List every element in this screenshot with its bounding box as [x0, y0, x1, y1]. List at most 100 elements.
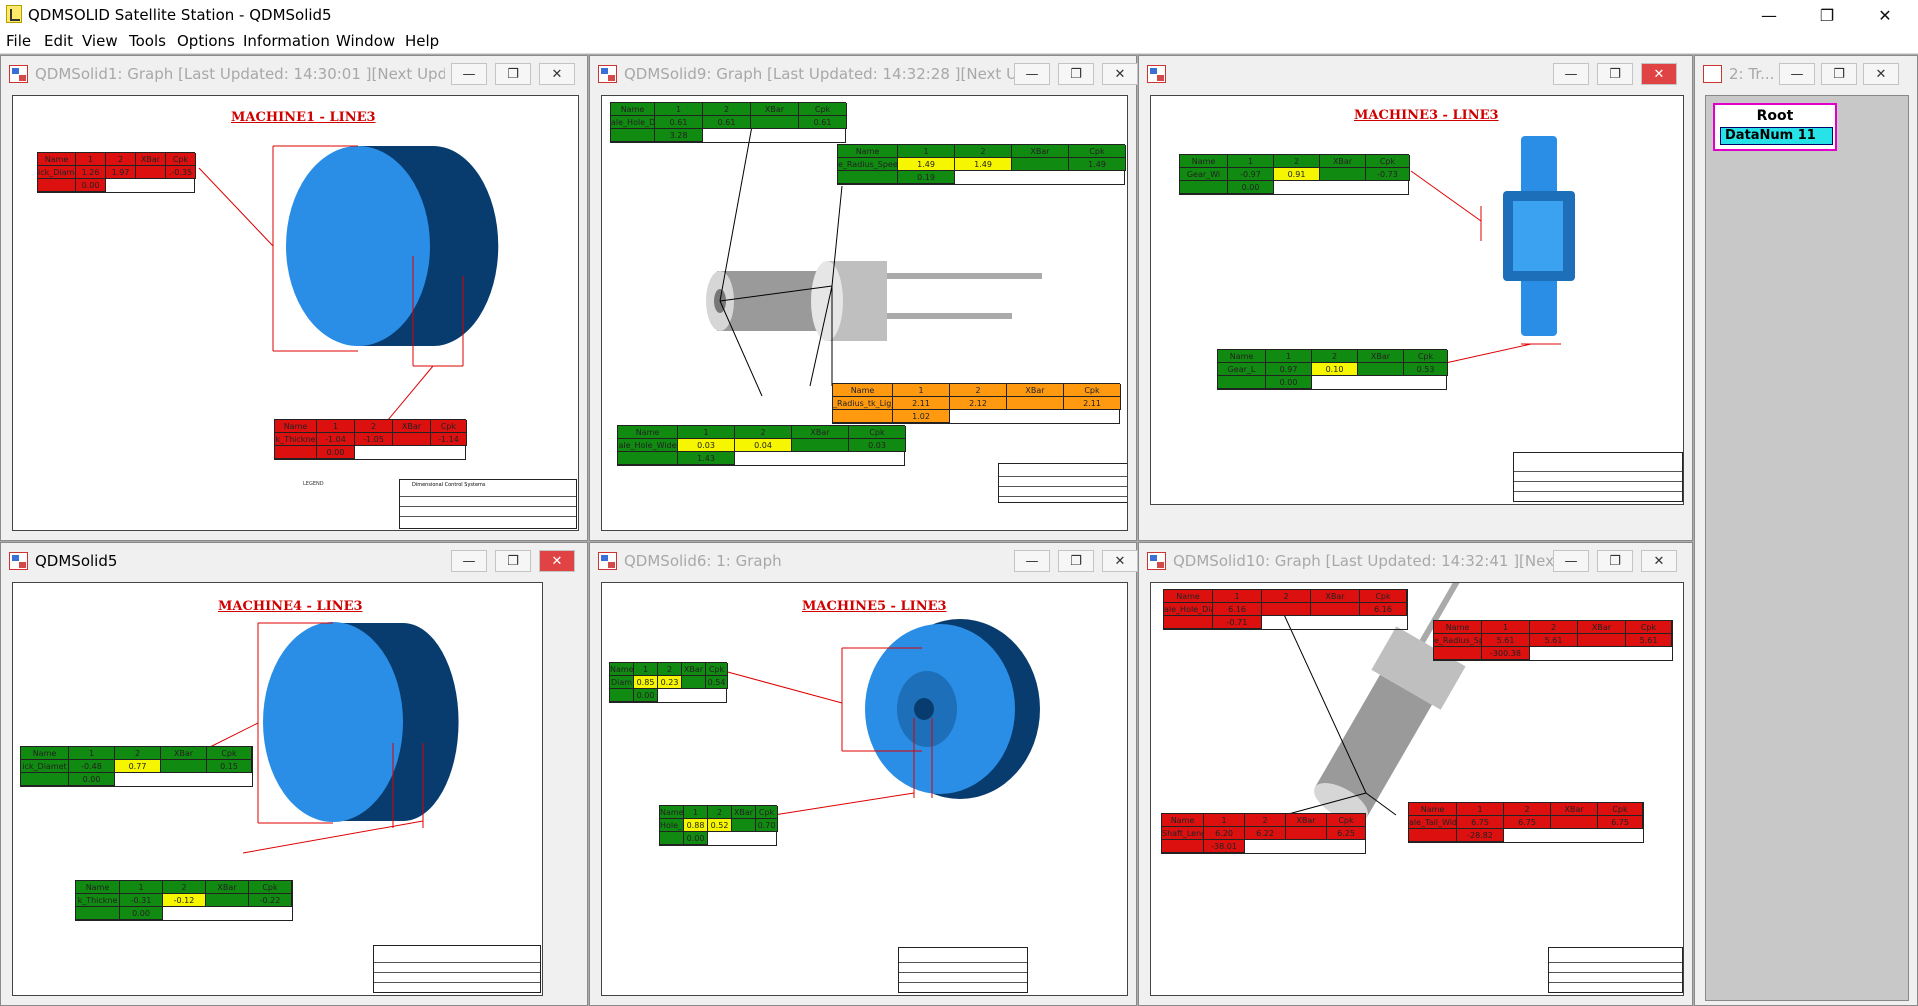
table-header-cell: Name [660, 806, 684, 819]
window-caption: QDMSolid9: Graph [Last Updated: 14:32:28… [590, 56, 1138, 90]
menu-tools[interactable]: Tools [129, 32, 166, 50]
table-cell [660, 832, 684, 845]
table-cell: Gear_L [1218, 363, 1266, 376]
window-maximize-button[interactable]: ❐ [1821, 63, 1857, 85]
qdm-graph-icon [1147, 65, 1166, 83]
window-minimize-button[interactable]: — [1779, 63, 1815, 85]
table-header-cell: 2 [708, 806, 732, 819]
table-cell: -1.05 [355, 433, 393, 446]
menu-file[interactable]: File [6, 32, 31, 50]
tree-window[interactable]: 2: Tr... — ❐ ✕ Root DataNum 11 [1694, 55, 1918, 1006]
menu-options[interactable]: Options [177, 32, 235, 50]
table-cell: -0.71 [1213, 616, 1262, 629]
table-cell: 2.11 [893, 397, 950, 410]
window-maximize-button[interactable]: ❐ [495, 550, 531, 572]
table-header-cell: 1 [655, 103, 703, 116]
datanum-node[interactable]: DataNum 11 [1720, 127, 1833, 145]
feature-table-thickness[interactable]: Name 1 2 XBar Cpk k_Thickne -0.31 -0.12 -0.22 0.0… [75, 880, 293, 921]
table-cell: 0.88 [684, 819, 708, 832]
feature-table-diameter[interactable]: Name12XBarCpk ick_Diamet1.261.97 .-0.35 0.0… [37, 152, 196, 193]
window-close-button[interactable]: ✕ [539, 63, 575, 85]
table-header-cell: 2 [735, 426, 792, 439]
feature-table-diameter[interactable]: Name 1 2 XBar Cpk Diam 0.85 0.23 0.54 0.00 [609, 662, 728, 703]
feature-table-radius-speed[interactable]: Name 1 2 XBar Cpk e_Radius_Speed 1.49 1.49 1.49 0… [837, 144, 1126, 185]
table-cell: -1.04 [317, 433, 355, 446]
window-close-button[interactable]: ✕ [1641, 550, 1677, 572]
window-maximize-button[interactable]: ❐ [495, 63, 531, 85]
tree-root-node[interactable]: Root DataNum 11 [1713, 103, 1837, 151]
feature-table-radius-lig[interactable]: Name 1 2 XBar Cpk _Radius_tk_Lig_ 2.11 2.12 2.11… [832, 383, 1121, 424]
window-close-button[interactable]: ✕ [1641, 63, 1677, 85]
title-block [1513, 452, 1683, 502]
menu-window[interactable]: Window [336, 32, 395, 50]
table-cell: -0.22 [249, 894, 292, 907]
table-header-cell: 2 [955, 145, 1012, 158]
table-cell: 6.20 [1204, 827, 1245, 840]
graph-window-qdmsolid5[interactable]: QDMSolid5 — ❐ ✕ MACHINE4 - LINE3 Name 1 2 X… [0, 542, 588, 1006]
window-close-button[interactable]: ✕ [1863, 63, 1899, 85]
window-close-button[interactable]: ✕ [1102, 550, 1138, 572]
feature-table-gear-width[interactable]: Name 1 2 XBar Cpk Gear_Wi -0.97 0.91 -0.73 0.00 [1179, 154, 1410, 195]
table-header-cell: 2 [1504, 803, 1551, 816]
menu-edit[interactable]: Edit [44, 32, 73, 50]
title-block [998, 463, 1127, 503]
table-cell: _Radius_tk_Lig_ [833, 397, 893, 410]
feature-table-shaft-length[interactable]: Name12XBarCpk Shaft_Length6.206.22 6.25 -38… [1161, 813, 1366, 854]
graph-window-qdmsolid6[interactable]: QDMSolid6: 1: Graph — ❐ ✕ MACHINE5 - LIN… [589, 542, 1138, 1006]
window-caption: QDMSolid6: 1: Graph — ❐ ✕ [590, 543, 1138, 577]
window-minimize-button[interactable]: — [451, 550, 487, 572]
qdm-graph-icon [1703, 65, 1722, 83]
minimize-button[interactable]: — [1746, 0, 1792, 30]
table-header-cell: Name [618, 426, 678, 439]
window-maximize-button[interactable]: ❐ [1058, 550, 1094, 572]
feature-table-hole-dia[interactable]: Name12XBarCpk Hole_Di0.880.52 0.70 0.00 [659, 805, 778, 846]
window-maximize-button[interactable]: ❐ [1058, 63, 1094, 85]
window-minimize-button[interactable]: — [1553, 550, 1589, 572]
table-header-cell: Cpk [207, 747, 252, 760]
feature-table-radius-spd[interactable]: Name12XBarCpke_Radius_Spd5.615.615.61-30… [1433, 620, 1673, 661]
graph-canvas: Name12XBarCpkale_Hole_Dia0.610.610.613.2… [601, 95, 1128, 531]
window-minimize-button[interactable]: — [451, 63, 487, 85]
feature-table-hole-wide[interactable]: Name 1 2 XBar Cpk ale_Hole_Wide 0.03 0.04 0.03 1.… [617, 425, 906, 466]
table-header-cell: Cpk [249, 881, 292, 894]
window-maximize-button[interactable]: ❐ [1597, 63, 1633, 85]
graph-window-machine3[interactable]: — ❐ ✕ MACHINE3 - LINE3 Name 1 2 XBar Cpk Gear… [1138, 55, 1693, 541]
graph-canvas: Name 1 2 XBar Cpk ale_Hole_Dia 6.16 6.16 -0.71 N… [1150, 582, 1684, 996]
table-header-cell: 2 [703, 103, 751, 116]
window-close-button[interactable]: ✕ [539, 550, 575, 572]
feature-table-diameter[interactable]: Name 1 2 XBar Cpk ick_Diamet -0.48 0.77 0.15 0.00 [20, 746, 253, 787]
part-diagram [723, 619, 1040, 816]
table-cell: 1.26 [76, 166, 106, 179]
window-minimize-button[interactable]: — [1014, 550, 1050, 572]
window-maximize-button[interactable]: ❐ [1597, 550, 1633, 572]
feature-table-hole-dia[interactable]: Name12XBarCpkale_Hole_Dia0.610.610.613.2… [610, 102, 847, 143]
window-minimize-button[interactable]: — [1553, 63, 1589, 85]
feature-table-hole-dia[interactable]: Name 1 2 XBar Cpk ale_Hole_Dia 6.16 6.16 -0.71 [1163, 589, 1408, 630]
graph-window-qdmsolid9[interactable]: QDMSolid9: Graph [Last Updated: 14:32:28… [589, 55, 1138, 541]
table-header-cell: 2 [355, 420, 393, 433]
table-cell [76, 907, 120, 920]
window-close-button[interactable]: ✕ [1102, 63, 1138, 85]
table-header-cell: 2 [658, 663, 682, 676]
menu-view[interactable]: View [82, 32, 118, 50]
restore-button[interactable]: ❐ [1804, 0, 1850, 30]
title-block [898, 947, 1028, 993]
table-header-cell: Cpk [1404, 350, 1448, 363]
table-header-cell: 1 [898, 145, 955, 158]
table-cell: k_Thickne [275, 433, 317, 446]
window-minimize-button[interactable]: — [1014, 63, 1050, 85]
graph-window-qdmsolid10[interactable]: QDMSolid10: Graph [Last Updated: 14:32:4… [1138, 542, 1693, 1006]
table-cell: Diam [610, 676, 634, 689]
close-button[interactable]: ✕ [1862, 0, 1908, 30]
feature-table-thickness[interactable]: Name 1 2 XBar Cpk k_Thickne -1.04 -1.05 -1.14 0.0… [274, 419, 467, 460]
table-cell: 5.61 [1626, 634, 1672, 647]
feature-table-gear-length[interactable]: Name 1 2 XBar Cpk Gear_L 0.97 0.10 0.53 0.00 [1217, 349, 1448, 390]
table-cell: 0.53 [1404, 363, 1448, 376]
table-header-cell: XBar [751, 103, 799, 116]
table-cell [1262, 603, 1311, 616]
table-cell: 1.49 [1069, 158, 1126, 171]
menu-help[interactable]: Help [405, 32, 439, 50]
graph-window-qdmsolid1[interactable]: QDMSolid1: Graph [Last Updated: 14:30:01… [0, 55, 588, 541]
menu-information[interactable]: Information [243, 32, 330, 50]
feature-table-tail-width[interactable]: Name 1 2 XBar Cpk ale_Tail_Wid 6.75 6.75 6.75 -28… [1408, 802, 1644, 843]
